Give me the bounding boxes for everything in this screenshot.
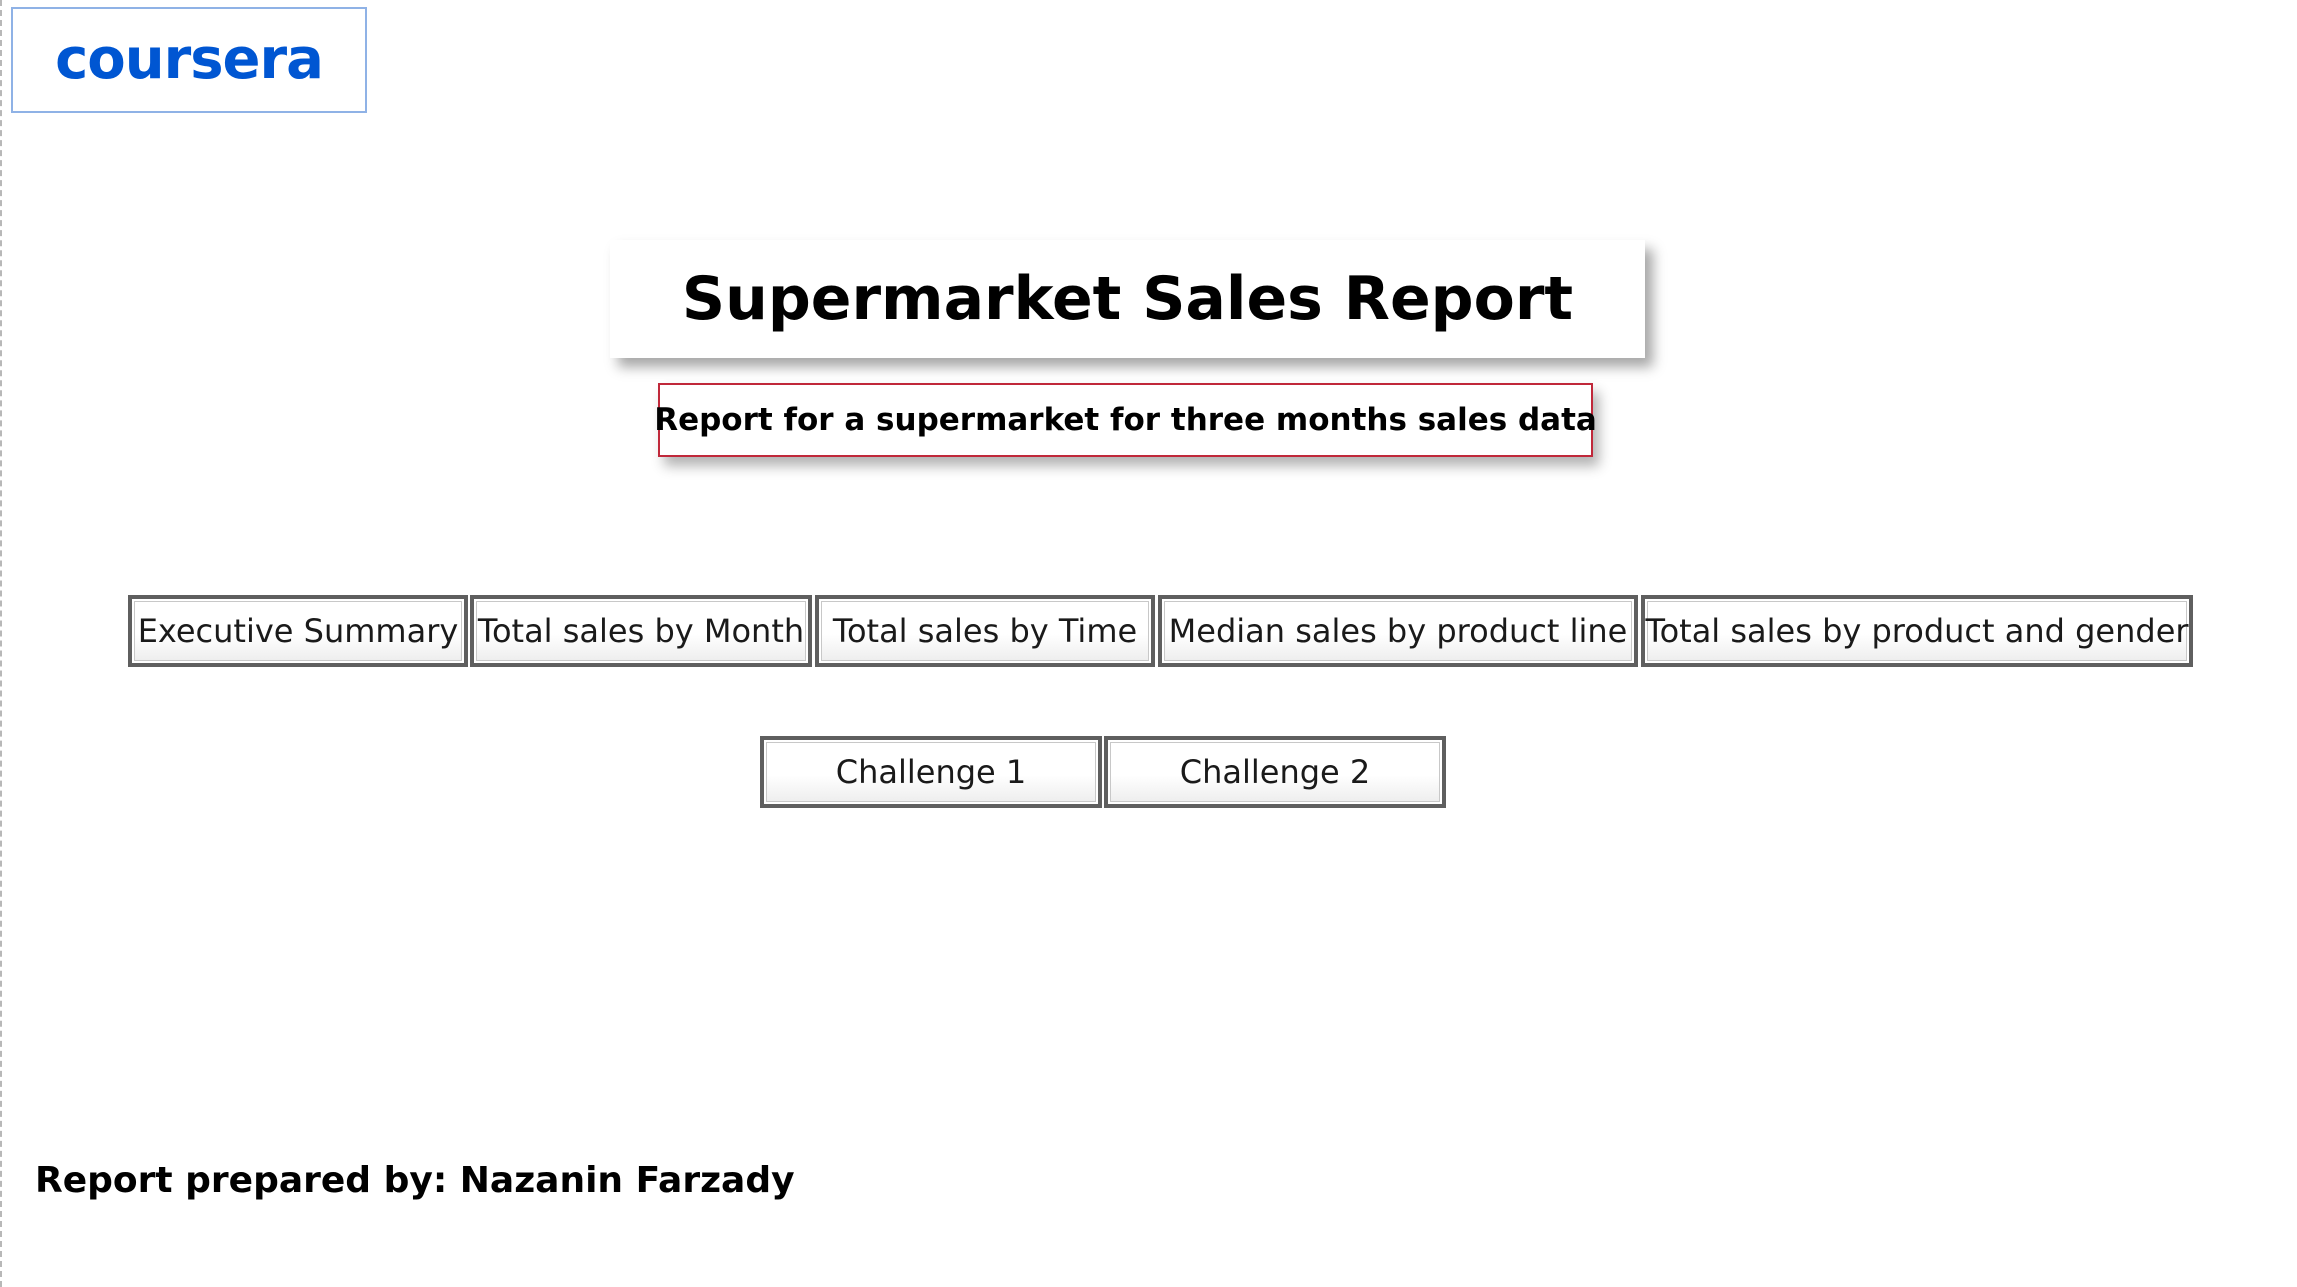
page-left-guide [0,0,2,1287]
executive-summary-button[interactable]: Executive Summary [128,595,468,667]
coursera-logo: coursera [11,7,367,113]
challenge-1-button[interactable]: Challenge 1 [760,736,1102,808]
report-subtitle: Report for a supermarket for three month… [654,402,1597,438]
median-sales-by-product-line-button[interactable]: Median sales by product line [1158,595,1638,667]
total-sales-by-month-button[interactable]: Total sales by Month [470,595,812,667]
coursera-logo-text: coursera [55,27,324,92]
report-title-card: Supermarket Sales Report [610,240,1645,358]
challenge-2-button[interactable]: Challenge 2 [1104,736,1446,808]
total-sales-by-time-button[interactable]: Total sales by Time [815,595,1155,667]
report-subtitle-card: Report for a supermarket for three month… [654,383,1597,457]
total-sales-by-product-and-gender-button[interactable]: Total sales by product and gender [1641,595,2193,667]
report-title: Supermarket Sales Report [681,264,1574,334]
prepared-by-label: Report prepared by: Nazanin Farzady [35,1160,795,1201]
